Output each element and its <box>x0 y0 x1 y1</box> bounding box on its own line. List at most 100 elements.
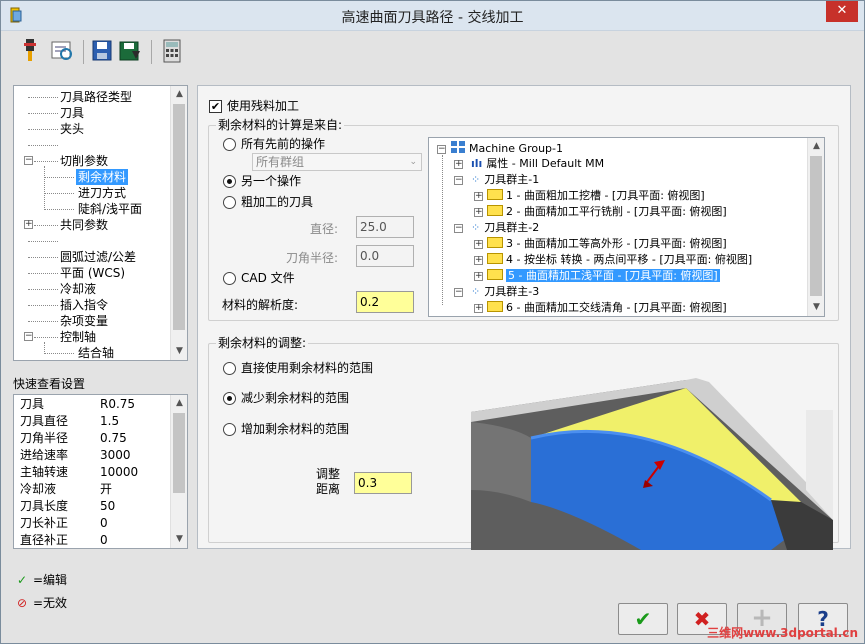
parameter-tree[interactable]: 刀具路径类型 刀具 夹头 − 切削参数 剩余材料 进刀方式 陡斜/浅平面 + 共… <box>13 85 188 361</box>
expand-icon[interactable]: + <box>24 220 33 229</box>
ops-machine-group[interactable]: Machine Group-1 <box>451 141 563 157</box>
radio-direct-label: 直接使用剩余材料的范围 <box>241 361 374 375</box>
expand-icon[interactable]: + <box>474 192 483 201</box>
ok-button[interactable]: ✔ <box>618 603 668 635</box>
radio-all-previous-label: 所有先前的操作 <box>241 137 326 151</box>
watermark-text: 三维网www.3dportal.cn <box>707 626 858 640</box>
expand-icon[interactable]: + <box>474 304 483 313</box>
ops-tool-group-2[interactable]: ⁘ 刀具群主-2 <box>471 220 539 236</box>
diameter-input[interactable]: 25.0 <box>356 216 414 238</box>
expand-icon[interactable]: + <box>474 256 483 265</box>
load-icon[interactable] <box>117 37 143 65</box>
radio-roughed-tool-label: 粗加工的刀具 <box>241 195 314 209</box>
radio-another-op-label: 另一个操作 <box>241 174 302 188</box>
tree-item-rest-material[interactable]: 剩余材料 <box>76 169 129 185</box>
source-group-title: 剩余材料的计算是来自: <box>216 117 345 133</box>
tree-item-steep-shallow[interactable]: 陡斜/浅平面 <box>78 201 142 217</box>
ops-tool-group-1[interactable]: ⁘ 刀具群主-1 <box>471 172 539 188</box>
radio-cad-file[interactable] <box>223 272 236 285</box>
radio-increase[interactable] <box>223 423 236 436</box>
scroll-thumb[interactable] <box>173 104 185 330</box>
operations-tree[interactable]: − Machine Group-1 + ılı 属性 - Mill Default… <box>428 137 825 317</box>
collapse-icon[interactable]: − <box>454 224 463 233</box>
tree-item-axis-control[interactable]: 控制轴 <box>60 329 96 345</box>
tree-item-cut-params[interactable]: 切削参数 <box>60 153 108 169</box>
radio-increase-label: 增加剩余材料的范围 <box>241 422 350 436</box>
save-icon[interactable] <box>89 37 115 65</box>
preview-illustration <box>471 370 833 550</box>
ops-operation-6[interactable]: 6 - 曲面精加工交线清角 - [刀具平面: 俯视图] <box>487 300 727 316</box>
legend-invalid: ⊘ =无效 <box>17 596 68 610</box>
calculator-icon[interactable] <box>159 37 185 65</box>
collapse-icon[interactable]: − <box>24 332 33 341</box>
adjust-distance-input[interactable]: 0.3 <box>354 472 412 494</box>
folder-icon <box>487 237 503 248</box>
ops-scrollbar[interactable]: ▲ ▼ <box>807 138 824 316</box>
tree-item-toolpath-type[interactable]: 刀具路径类型 <box>60 89 132 105</box>
collapse-icon[interactable]: − <box>437 145 446 154</box>
tree-item-arc-filter[interactable]: 圆弧过滤/公差 <box>60 249 136 265</box>
ops-operation-3[interactable]: 3 - 曲面精加工等高外形 - [刀具平面: 俯视图] <box>487 236 727 252</box>
adjust-distance-label-2: 距离 <box>316 482 341 496</box>
group-combo[interactable]: 所有群组 ⌄ <box>252 153 422 171</box>
ops-operation-2[interactable]: 2 - 曲面精加工平行铣削 - [刀具平面: 俯视图] <box>487 204 727 220</box>
tree-item-holder[interactable]: 夹头 <box>60 121 84 137</box>
quick-view-scrollbar[interactable]: ▲ ▼ <box>170 395 187 548</box>
chevron-down-icon: ⌄ <box>409 157 417 167</box>
dialog-window: 高速曲面刀具路径 - 交线加工 ✕ 刀具路径类型 刀具 夹头 − 切削参数 剩余… <box>0 0 865 644</box>
tool-icon[interactable] <box>17 37 43 65</box>
scroll-thumb[interactable] <box>173 413 185 493</box>
scroll-down-icon[interactable]: ▼ <box>171 343 187 360</box>
collapse-icon[interactable]: − <box>454 176 463 185</box>
toolbar <box>9 37 859 67</box>
ops-operation-5-selected[interactable]: 5 - 曲面精加工浅平面 - [刀具平面: 俯视图] <box>487 268 720 284</box>
tree-item-misc-values[interactable]: 杂项变量 <box>60 313 108 329</box>
tree-item-tool[interactable]: 刀具 <box>60 105 84 121</box>
radio-cad-file-label: CAD 文件 <box>241 271 295 285</box>
tree-scrollbar[interactable]: ▲ ▼ <box>170 86 187 360</box>
tree-item-coolant[interactable]: 冷却液 <box>60 281 96 297</box>
ops-operation-4[interactable]: 4 - 按坐标 转换 - 两点间平移 - [刀具平面: 俯视图] <box>487 252 752 268</box>
ops-tool-group-3[interactable]: ⁘ 刀具群主-3 <box>471 284 539 300</box>
radio-all-previous[interactable] <box>223 138 236 151</box>
folder-icon <box>487 189 503 200</box>
close-button[interactable]: ✕ <box>826 1 858 22</box>
radio-reduce[interactable] <box>223 392 236 405</box>
tree-item-canned-text[interactable]: 插入指令 <box>60 297 108 313</box>
scroll-up-icon[interactable]: ▲ <box>171 86 187 103</box>
expand-icon[interactable]: + <box>474 208 483 217</box>
legend-edit: ✓ =编辑 <box>17 573 68 587</box>
preview-icon[interactable] <box>49 37 75 65</box>
scroll-down-icon[interactable]: ▼ <box>171 531 187 548</box>
ops-operation-1[interactable]: 1 - 曲面粗加工挖槽 - [刀具平面: 俯视图] <box>487 188 705 204</box>
tree-item-common-params[interactable]: 共同参数 <box>60 217 108 233</box>
quick-view-title: 快速查看设置 <box>13 377 86 391</box>
scroll-up-icon[interactable]: ▲ <box>808 138 824 155</box>
quick-view-list[interactable]: 刀具 R0.75 刀具直径 1.5 刀角半径 0.75 进给速率 3000 主轴转速 10… <box>13 394 188 549</box>
scroll-down-icon[interactable]: ▼ <box>808 299 824 316</box>
scroll-thumb[interactable] <box>810 156 822 296</box>
collapse-icon[interactable]: − <box>454 288 463 297</box>
corner-radius-input[interactable]: 0.0 <box>356 245 414 267</box>
expand-icon[interactable]: + <box>474 240 483 249</box>
check-icon: ✓ <box>17 573 28 587</box>
properties-icon: ılı <box>471 157 483 170</box>
radio-direct[interactable] <box>223 362 236 375</box>
radio-roughed-tool[interactable] <box>223 196 236 209</box>
tree-item-plane-wcs[interactable]: 平面 (WCS) <box>60 265 125 281</box>
expand-icon[interactable]: + <box>454 160 463 169</box>
radio-another-op[interactable] <box>223 175 236 188</box>
use-rest-material-checkbox[interactable]: ✔ <box>209 100 222 113</box>
toolbar-separator <box>151 40 152 64</box>
machine-group-icon <box>451 141 465 153</box>
tree-item-axis-combination[interactable]: 结合轴 <box>78 345 114 360</box>
scroll-up-icon[interactable]: ▲ <box>171 395 187 412</box>
ops-properties[interactable]: ılı 属性 - Mill Default MM <box>471 156 604 172</box>
tree-item-entry[interactable]: 进刀方式 <box>78 185 126 201</box>
expand-icon[interactable]: + <box>474 272 483 281</box>
adjust-distance-label-1: 调整 <box>316 467 341 481</box>
collapse-icon[interactable]: − <box>24 156 33 165</box>
diameter-label: 直径: <box>310 222 339 236</box>
resolution-input[interactable]: 0.2 <box>356 291 414 313</box>
invalid-icon: ⊘ <box>17 596 28 610</box>
